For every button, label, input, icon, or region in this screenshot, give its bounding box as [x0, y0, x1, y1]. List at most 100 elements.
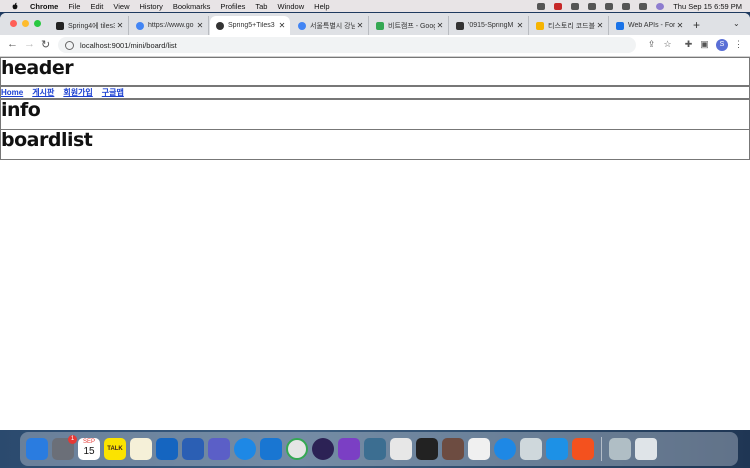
teams-icon[interactable]	[208, 438, 230, 460]
tab-title: '0915-SpringM	[468, 22, 514, 29]
textedit-icon[interactable]	[468, 438, 490, 460]
share-icon[interactable]: ⇪	[646, 39, 657, 50]
profile-avatar[interactable]: S	[716, 39, 728, 51]
terminal-icon[interactable]	[416, 438, 438, 460]
system-settings-icon[interactable]: 1	[52, 435, 77, 460]
reload-icon[interactable]: ↻	[41, 38, 50, 51]
menubar-status-area: Thu Sep 15 6:59 PM	[537, 0, 742, 12]
finder-icon[interactable]	[26, 438, 48, 460]
browser-tab[interactable]: Web APIs - For ✕	[610, 16, 688, 35]
search-icon[interactable]	[622, 2, 631, 10]
close-tab-icon[interactable]: ✕	[115, 21, 125, 30]
header-section: header	[0, 57, 750, 87]
outlook-icon[interactable]	[156, 438, 178, 460]
browser-tab[interactable]: '0915-SpringM ✕	[450, 16, 529, 35]
tab-favicon-icon	[136, 21, 144, 30]
side-panel-icon[interactable]: ▣	[699, 39, 710, 50]
nav-link-home[interactable]: Home	[1, 88, 23, 97]
close-tab-icon[interactable]: ✕	[515, 21, 525, 30]
tab-favicon-icon	[376, 21, 384, 30]
docker-icon[interactable]	[546, 438, 568, 460]
new-tab-icon[interactable]: +	[693, 18, 700, 32]
browser-tab[interactable]: https://www.go ✕	[130, 16, 209, 35]
minimize-window-button[interactable]	[22, 20, 29, 27]
close-window-button[interactable]	[10, 20, 17, 27]
menu-tab[interactable]: Tab	[255, 2, 267, 11]
preview-icon[interactable]	[609, 438, 631, 460]
control-center-icon[interactable]	[639, 2, 648, 10]
browser-tab[interactable]: Spring4에 tiles3 ✕	[50, 16, 129, 35]
chrome-icon[interactable]	[286, 438, 308, 460]
tab-bar: Spring4에 tiles3 ✕ https://www.go ✕ Sprin…	[0, 13, 750, 35]
mysql-workbench-icon[interactable]	[364, 438, 386, 460]
extensions-puzzle-icon[interactable]: ✚	[683, 39, 694, 50]
apple-icon[interactable]	[10, 2, 20, 10]
menubar-clock[interactable]: Thu Sep 15 6:59 PM	[673, 2, 742, 11]
wifi-icon[interactable]	[605, 2, 614, 10]
vscode-icon[interactable]	[260, 438, 282, 460]
maps-pin-icon[interactable]	[494, 438, 516, 460]
calendar-day: 15	[83, 446, 95, 457]
status-icon[interactable]	[537, 2, 546, 10]
browser-toolbar: ← → ↻ localhost:9001/mini/board/list ⇪ ☆…	[0, 35, 750, 57]
tab-favicon-icon	[616, 21, 624, 30]
menu-window[interactable]: Window	[277, 2, 304, 11]
browser-tab[interactable]: 비트캠프 - Goog ✕	[370, 16, 449, 35]
browser-tab[interactable]: 서울특별시 강남구 ✕	[292, 16, 369, 35]
word-icon[interactable]	[182, 438, 204, 460]
address-url[interactable]: localhost:9001/mini/board/list	[80, 41, 177, 50]
header-heading: header	[1, 57, 74, 79]
battery-icon[interactable]	[571, 2, 580, 10]
sequel-icon[interactable]	[390, 438, 412, 460]
menu-history[interactable]: History	[140, 2, 163, 11]
close-tab-icon[interactable]: ✕	[195, 21, 205, 30]
zoom-window-button[interactable]	[34, 20, 41, 27]
dock-divider	[601, 437, 602, 461]
menu-bookmarks[interactable]: Bookmarks	[173, 2, 211, 11]
tab-search-chevron-icon[interactable]: ⌄	[733, 19, 740, 28]
back-arrow-icon[interactable]: ←	[7, 38, 18, 50]
menu-file[interactable]: File	[68, 2, 80, 11]
mac-menubar: Chrome File Edit View History Bookmarks …	[0, 0, 750, 12]
close-tab-icon[interactable]: ✕	[355, 21, 365, 30]
menu-view[interactable]: View	[113, 2, 129, 11]
calendar-icon[interactable]: SEP 15	[78, 438, 100, 460]
menu-app-name[interactable]: Chrome	[30, 2, 58, 11]
nav-link-googlemap[interactable]: 구글맵	[102, 87, 124, 98]
menu-help[interactable]: Help	[314, 2, 329, 11]
eclipse-icon[interactable]	[312, 438, 334, 460]
close-tab-icon[interactable]: ✕	[595, 21, 605, 30]
bluetooth-icon[interactable]	[588, 2, 597, 10]
bookmark-star-icon[interactable]: ☆	[662, 39, 673, 50]
menu-edit[interactable]: Edit	[90, 2, 103, 11]
tab-title: Spring5+Tiles3	[228, 22, 275, 29]
safari-icon[interactable]	[234, 438, 256, 460]
address-bar[interactable]: localhost:9001/mini/board/list	[58, 37, 636, 53]
nav-link-board[interactable]: 게시판	[32, 87, 54, 98]
database-icon[interactable]	[520, 438, 542, 460]
close-tab-icon[interactable]: ✕	[435, 21, 445, 30]
flag-icon[interactable]	[554, 2, 563, 10]
nav-link-signup[interactable]: 회원가입	[63, 87, 92, 98]
site-info-icon[interactable]	[65, 40, 74, 50]
siri-icon[interactable]	[656, 2, 665, 10]
notification-badge: 1	[68, 435, 77, 444]
forward-arrow-icon[interactable]: →	[24, 38, 35, 50]
browser-tab-active[interactable]: Spring5+Tiles3 ✕	[210, 16, 290, 35]
visual-studio-icon[interactable]	[338, 438, 360, 460]
notes-icon[interactable]	[130, 438, 152, 460]
close-tab-icon[interactable]: ✕	[675, 21, 685, 30]
close-tab-icon[interactable]: ✕	[277, 21, 287, 30]
menu-profiles[interactable]: Profiles	[220, 2, 245, 11]
tab-favicon-icon	[298, 21, 306, 30]
app-icon[interactable]	[442, 438, 464, 460]
tab-title: Spring4에 tiles3	[68, 22, 115, 30]
browser-tab[interactable]: 티스토리 코드블 ✕	[530, 16, 609, 35]
tab-title: 서울특별시 강남구	[310, 22, 355, 30]
trash-icon[interactable]	[635, 438, 657, 460]
tab-favicon-icon	[536, 21, 544, 30]
postman-icon[interactable]	[572, 438, 594, 460]
more-menu-icon[interactable]: ⋮	[733, 39, 744, 50]
tab-title: 비트캠프 - Goog	[388, 22, 435, 30]
kakaotalk-icon[interactable]: TALK	[104, 438, 126, 460]
